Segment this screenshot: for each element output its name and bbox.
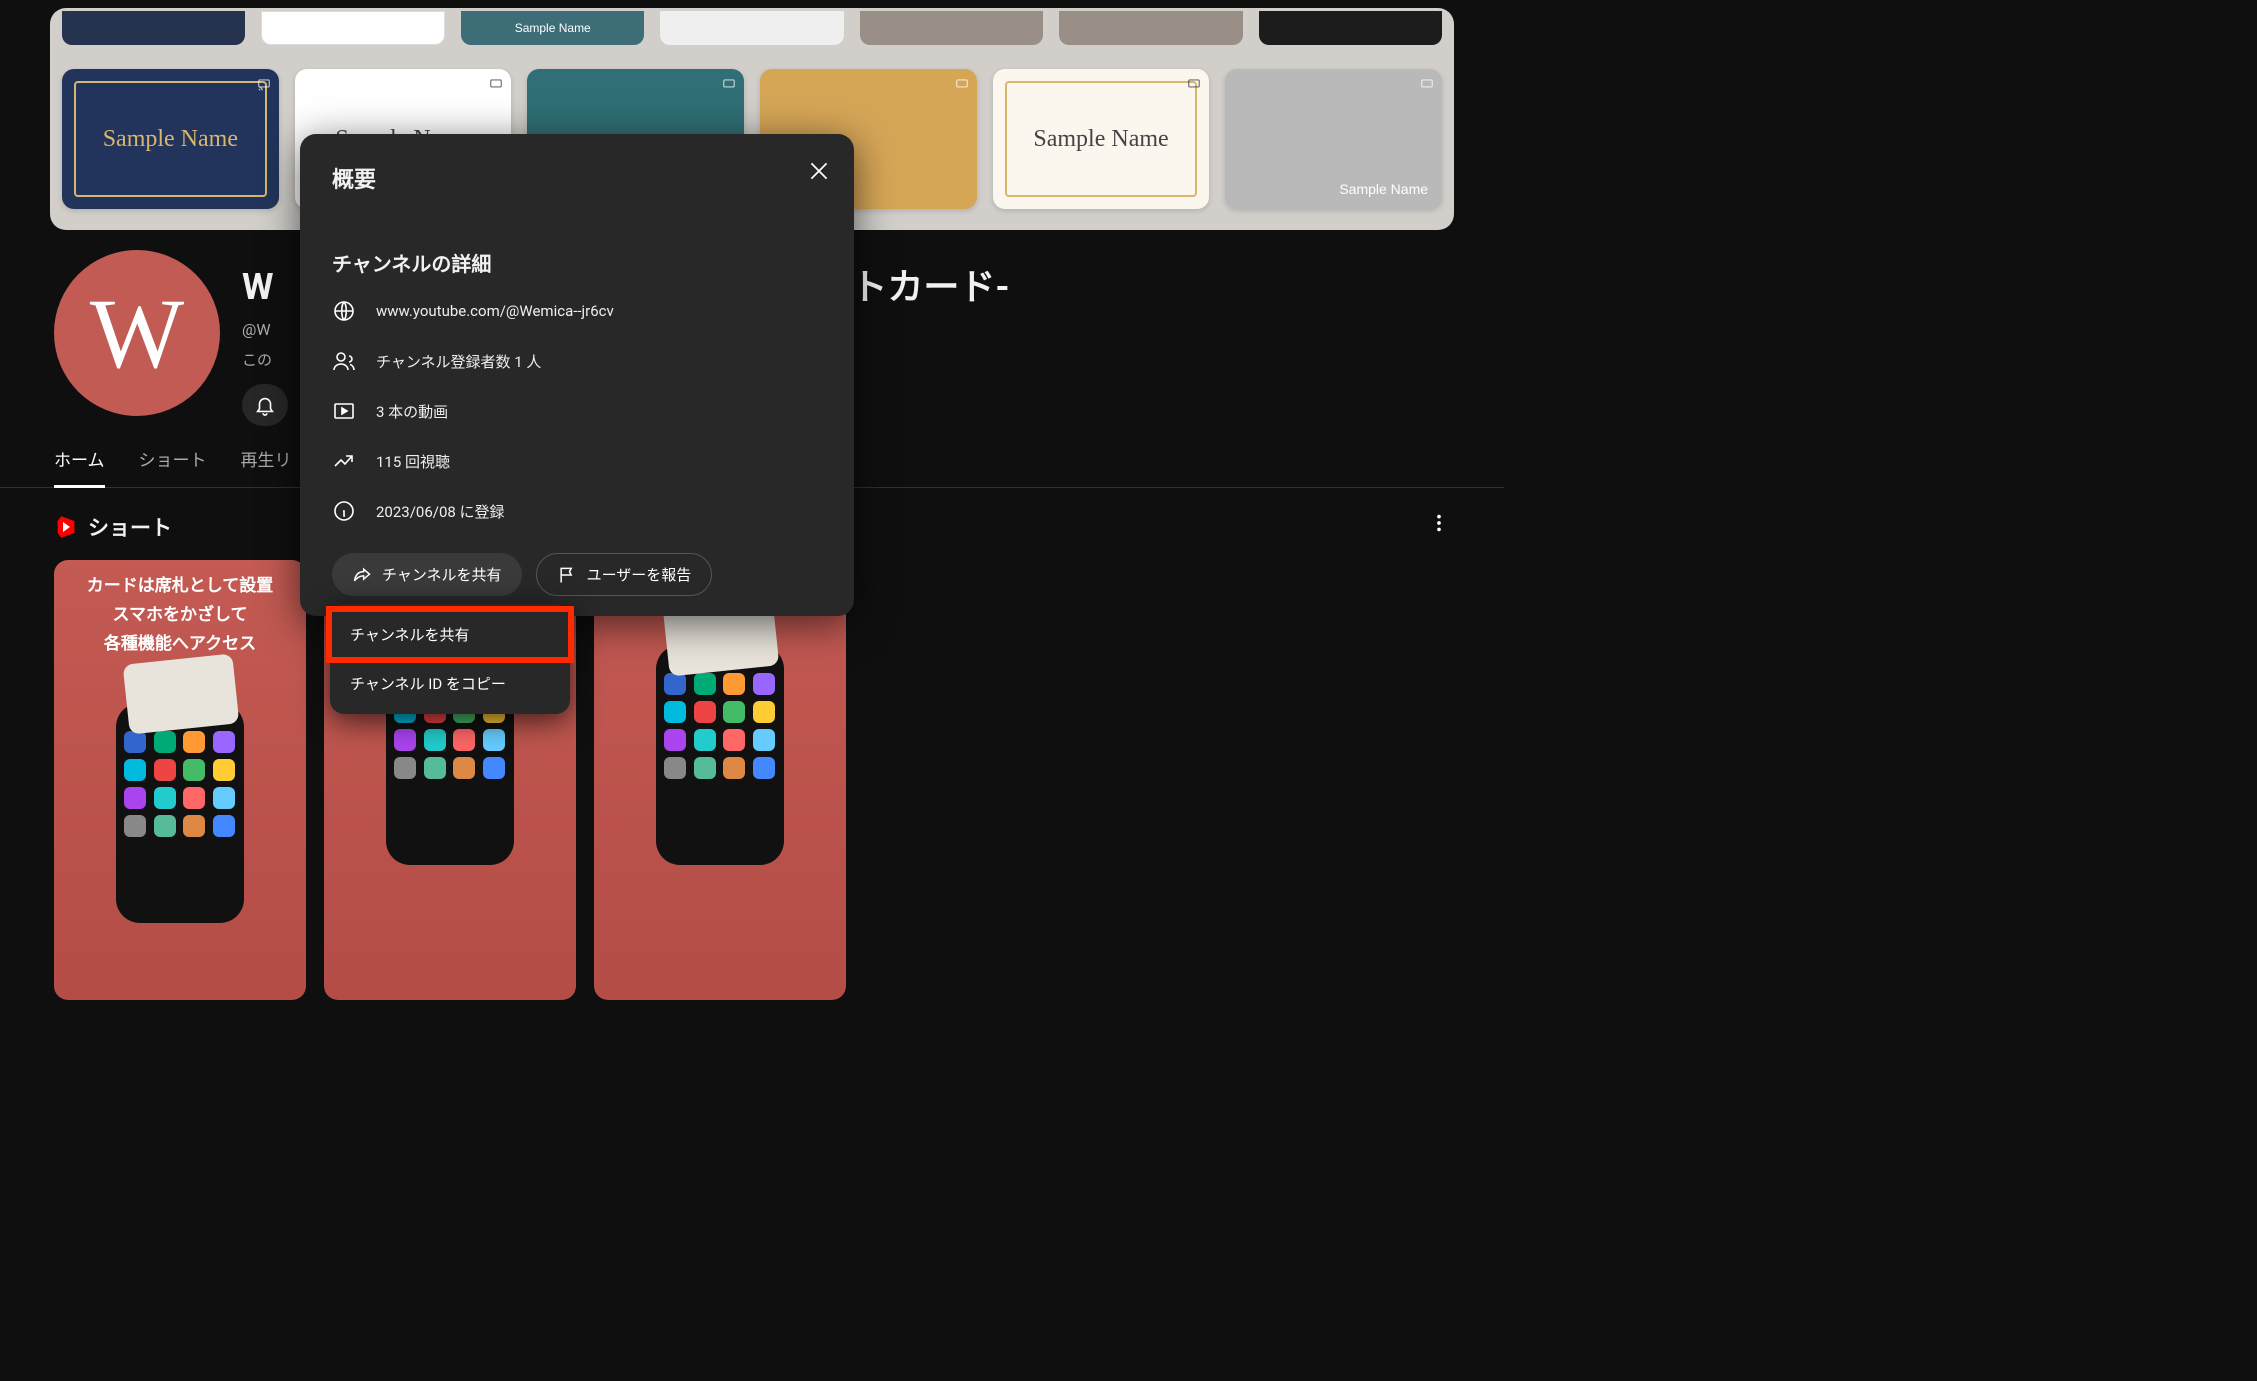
sample-label: Sample Name bbox=[1339, 181, 1428, 197]
trend-icon bbox=[332, 449, 356, 473]
banner-chip bbox=[1059, 11, 1242, 45]
users-icon bbox=[332, 349, 356, 373]
about-modal: 概要 チャンネルの詳細 www.youtube.com/@Wemica--jr6… bbox=[300, 134, 854, 616]
share-channel-button[interactable]: チャンネルを共有 bbox=[332, 553, 522, 596]
short-caption: カードは席札として設置 スマホをかざして 各種機能へアクセス bbox=[54, 572, 306, 659]
close-button[interactable] bbox=[806, 158, 832, 184]
phone-graphic bbox=[656, 645, 784, 865]
video-icon bbox=[332, 399, 356, 423]
banner-chip bbox=[860, 11, 1043, 45]
share-dropdown-menu: チャンネルを共有 チャンネル ID をコピー bbox=[330, 604, 570, 714]
avatar[interactable]: W bbox=[54, 250, 220, 416]
flag-icon bbox=[557, 565, 577, 585]
menu-item-share-channel[interactable]: チャンネルを共有 bbox=[330, 610, 570, 659]
modal-title: 概要 bbox=[332, 162, 822, 194]
banner-chip bbox=[1259, 11, 1442, 45]
detail-videos-text: 3 本の動画 bbox=[376, 401, 448, 422]
shorts-heading: ショート bbox=[88, 512, 172, 542]
cast-icon bbox=[489, 77, 503, 91]
detail-videos: 3 本の動画 bbox=[332, 399, 822, 423]
banner-sample-card: Sample Name bbox=[993, 69, 1210, 209]
detail-views: 115 回視聴 bbox=[332, 449, 822, 473]
info-icon bbox=[332, 499, 356, 523]
tab-playlists[interactable]: 再生リ bbox=[241, 446, 292, 487]
more-vert-icon bbox=[1428, 512, 1450, 534]
detail-url[interactable]: www.youtube.com/@Wemica--jr6cv bbox=[332, 299, 822, 323]
avatar-letter: W bbox=[90, 276, 184, 391]
share-label: チャンネルを共有 bbox=[382, 564, 502, 585]
cast-icon bbox=[1187, 77, 1201, 91]
report-user-button[interactable]: ユーザーを報告 bbox=[536, 553, 713, 596]
cast-icon bbox=[722, 77, 736, 91]
tab-shorts[interactable]: ショート bbox=[139, 446, 207, 487]
detail-subs-text: チャンネル登録者数 1 人 bbox=[376, 351, 541, 372]
globe-icon bbox=[332, 299, 356, 323]
banner-chip bbox=[62, 11, 245, 45]
cast-icon bbox=[1420, 77, 1434, 91]
detail-views-text: 115 回視聴 bbox=[376, 451, 450, 472]
bell-icon bbox=[254, 394, 276, 416]
detail-joined: 2023/06/08 に登録 bbox=[332, 499, 822, 523]
more-button[interactable] bbox=[1428, 512, 1450, 534]
tab-home[interactable]: ホーム bbox=[54, 446, 105, 488]
detail-subscribers: チャンネル登録者数 1 人 bbox=[332, 349, 822, 373]
shorts-icon bbox=[54, 515, 78, 539]
menu-item-copy-channel-id[interactable]: チャンネル ID をコピー bbox=[330, 659, 570, 708]
report-label: ユーザーを報告 bbox=[587, 564, 692, 585]
banner-chip bbox=[261, 11, 445, 45]
phone-graphic bbox=[116, 703, 244, 923]
shorts-card[interactable]: x bbox=[594, 560, 846, 1000]
banner-chip: Sample Name bbox=[461, 11, 644, 45]
close-icon bbox=[806, 158, 832, 184]
detail-url-text: www.youtube.com/@Wemica--jr6cv bbox=[376, 302, 614, 320]
banner-sample-card: Sample Name bbox=[1225, 69, 1442, 209]
share-arrow-icon bbox=[352, 565, 372, 585]
modal-subtitle: チャンネルの詳細 bbox=[332, 248, 822, 277]
notification-bell-button[interactable] bbox=[242, 384, 288, 426]
cast-icon bbox=[257, 77, 271, 91]
detail-joined-text: 2023/06/08 に登録 bbox=[376, 501, 505, 522]
banner-sample-card: Sample Name bbox=[62, 69, 279, 209]
cast-icon bbox=[955, 77, 969, 91]
banner-chip bbox=[660, 11, 843, 45]
shorts-card[interactable]: カードは席札として設置 スマホをかざして 各種機能へアクセス bbox=[54, 560, 306, 1000]
